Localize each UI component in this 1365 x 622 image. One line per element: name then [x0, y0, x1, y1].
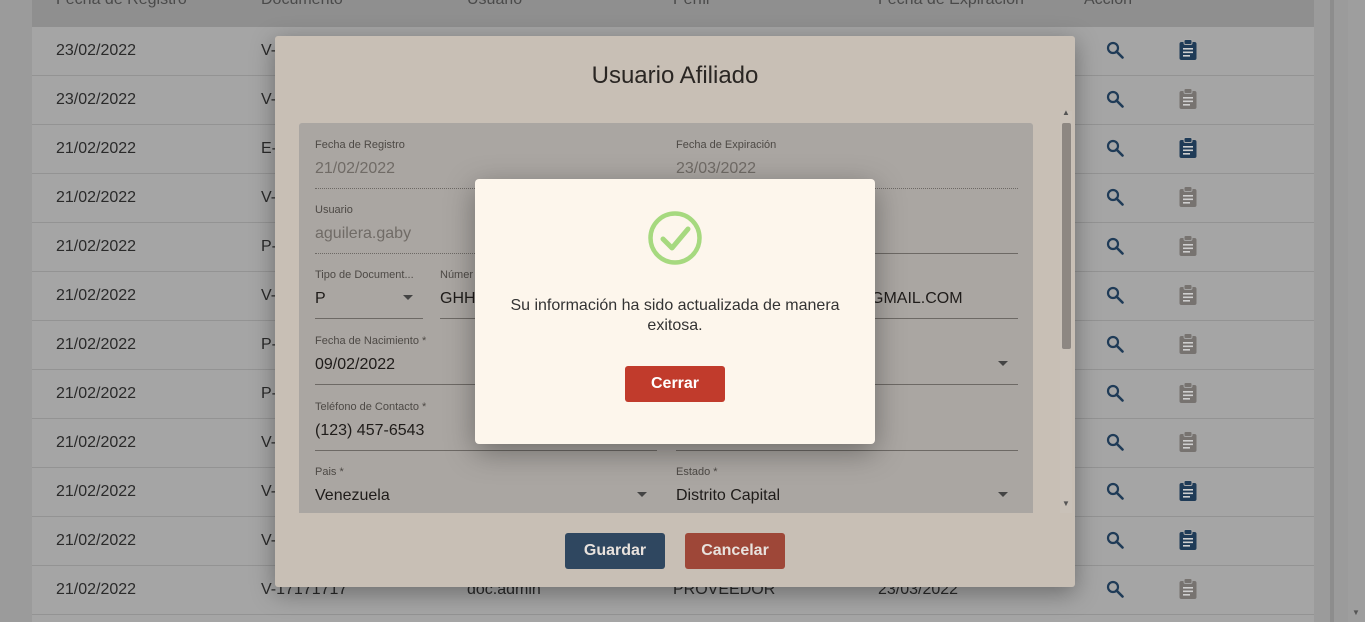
search-icon[interactable]	[1106, 531, 1124, 549]
scroll-down-arrow-icon[interactable]: ▼	[1062, 499, 1070, 508]
cell-fecha: 21/02/2022	[56, 581, 137, 598]
header-fecha-expiracion: Fecha de Expiración	[878, 0, 1024, 9]
search-icon[interactable]	[1106, 286, 1124, 304]
chevron-down-icon	[998, 492, 1008, 497]
cell-fecha: 21/02/2022	[56, 238, 137, 255]
cell-fecha: 21/02/2022	[56, 189, 137, 206]
cell-fecha: 21/02/2022	[56, 287, 137, 304]
tipo-documento-select[interactable]: Tipo de Document... P	[315, 269, 423, 325]
clipboard-icon[interactable]	[1178, 333, 1198, 355]
cell-doc: V-	[261, 287, 277, 304]
numero-label: Númer	[440, 269, 474, 281]
numero-value: GHH	[440, 290, 476, 307]
telefono-label: Teléfono de Contacto *	[315, 401, 427, 413]
cell-doc: V-	[261, 483, 277, 500]
chevron-down-icon	[403, 295, 413, 300]
clipboard-icon[interactable]	[1178, 137, 1198, 159]
usuario-label: Usuario	[315, 204, 353, 216]
header-fecha-registro: Fecha de Registro	[56, 0, 187, 9]
divider	[1330, 0, 1334, 622]
telefono-value: (123) 457-6543	[315, 422, 425, 439]
clipboard-icon[interactable]	[1178, 186, 1198, 208]
fecha-registro-value: 21/02/2022	[315, 160, 396, 177]
estado-value: Distrito Capital	[676, 487, 781, 504]
clipboard-icon[interactable]	[1178, 284, 1198, 306]
scrollbar-thumb[interactable]	[1062, 123, 1071, 349]
search-icon[interactable]	[1106, 580, 1124, 598]
search-icon[interactable]	[1106, 139, 1124, 157]
cell-doc: V-	[261, 434, 277, 451]
scroll-down-arrow-icon[interactable]: ▼	[1352, 608, 1360, 617]
clipboard-icon[interactable]	[1178, 578, 1198, 600]
pais-value: Venezuela	[315, 487, 390, 504]
cell-doc: V-	[261, 189, 277, 206]
search-icon[interactable]	[1106, 482, 1124, 500]
tipo-documento-value: P	[315, 290, 326, 307]
table-header: Fecha de Registro Documento Usuario Perf…	[32, 0, 1314, 27]
estado-label: Estado *	[676, 466, 718, 478]
search-icon[interactable]	[1106, 41, 1124, 59]
save-button[interactable]: Guardar	[565, 533, 665, 569]
search-icon[interactable]	[1106, 188, 1124, 206]
estado-select[interactable]: Estado * Distrito Capital	[676, 466, 1018, 513]
fecha-nacimiento-label: Fecha de Nacimiento *	[315, 335, 427, 347]
chevron-down-icon	[637, 492, 647, 497]
cell-fecha: 21/02/2022	[56, 336, 137, 353]
search-icon[interactable]	[1106, 90, 1124, 108]
usuario-value: aguilera.gaby	[315, 225, 412, 242]
search-icon[interactable]	[1106, 433, 1124, 451]
header-usuario: Usuario	[467, 0, 522, 9]
clipboard-icon[interactable]	[1178, 480, 1198, 502]
pais-select[interactable]: Pais * Venezuela	[315, 466, 657, 513]
clipboard-icon[interactable]	[1178, 39, 1198, 61]
fecha-expiracion-value: 23/03/2022	[676, 160, 757, 177]
clipboard-icon[interactable]	[1178, 235, 1198, 257]
check-circle-icon	[648, 211, 702, 265]
page-scrollbar[interactable]	[1348, 0, 1365, 622]
dialog-title: Usuario Afiliado	[591, 62, 759, 89]
search-icon[interactable]	[1106, 384, 1124, 402]
cell-fecha: 21/02/2022	[56, 140, 137, 157]
header-perfil: Perfil	[673, 0, 709, 9]
cell-fecha: 21/02/2022	[56, 532, 137, 549]
cell-fecha: 23/02/2022	[56, 91, 137, 108]
clipboard-icon[interactable]	[1178, 88, 1198, 110]
cell-fecha: 23/02/2022	[56, 42, 137, 59]
form-scrollbar[interactable]: ▲ ▼	[1060, 108, 1072, 513]
cell-fecha: 21/02/2022	[56, 385, 137, 402]
search-icon[interactable]	[1106, 237, 1124, 255]
clipboard-icon[interactable]	[1178, 529, 1198, 551]
cell-doc: V-	[261, 532, 277, 549]
fecha-registro-label: Fecha de Registro	[315, 139, 405, 151]
clipboard-icon[interactable]	[1178, 431, 1198, 453]
header-documento: Documento	[261, 0, 343, 9]
scroll-up-arrow-icon[interactable]: ▲	[1062, 108, 1070, 117]
success-alert: Su información ha sido actualizada de ma…	[475, 179, 875, 444]
cell-doc: V-	[261, 91, 277, 108]
alert-message: Su información ha sido actualizada de ma…	[510, 297, 840, 334]
header-accion: Acción	[1084, 0, 1132, 9]
cell-doc: V-	[261, 42, 277, 59]
fecha-expiracion-label: Fecha de Expiración	[676, 139, 777, 151]
close-button[interactable]: Cerrar	[625, 366, 725, 402]
clipboard-icon[interactable]	[1178, 382, 1198, 404]
email-value: GMAIL.COM	[871, 290, 963, 307]
cell-fecha: 21/02/2022	[56, 434, 137, 451]
tipo-documento-label: Tipo de Document...	[315, 269, 414, 281]
pais-label: Pais *	[315, 466, 344, 478]
fecha-nacimiento-value: 09/02/2022	[315, 356, 396, 373]
chevron-down-icon	[998, 361, 1008, 366]
cancel-button[interactable]: Cancelar	[685, 533, 785, 569]
cell-fecha: 21/02/2022	[56, 483, 137, 500]
search-icon[interactable]	[1106, 335, 1124, 353]
